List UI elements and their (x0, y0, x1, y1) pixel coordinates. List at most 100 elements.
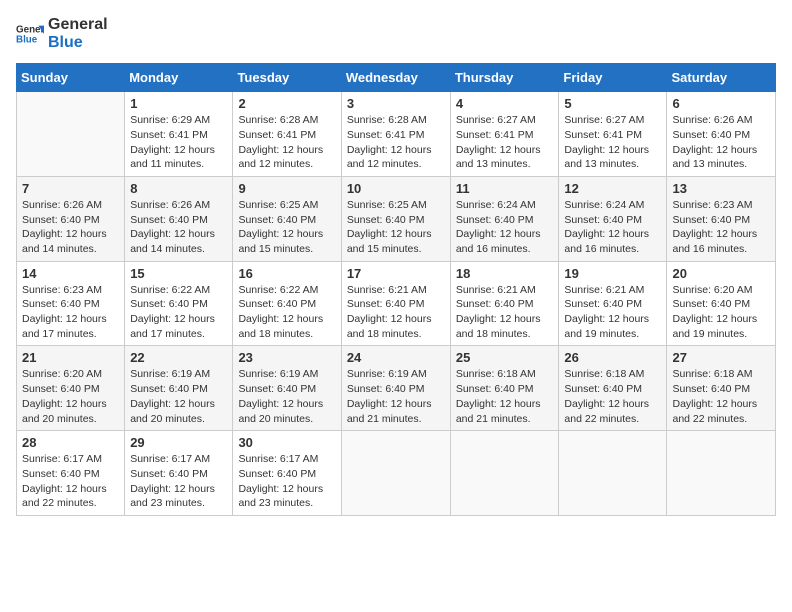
day-info: Sunrise: 6:28 AMSunset: 6:41 PMDaylight:… (347, 113, 445, 172)
week-row-2: 7 Sunrise: 6:26 AMSunset: 6:40 PMDaylight… (17, 176, 776, 261)
cell-week1-day6: 6 Sunrise: 6:26 AMSunset: 6:40 PMDaylight… (667, 92, 776, 177)
day-number: 19 (564, 266, 661, 281)
day-info: Sunrise: 6:21 AMSunset: 6:40 PMDaylight:… (347, 283, 445, 342)
cell-week1-day2: 2 Sunrise: 6:28 AMSunset: 6:41 PMDaylight… (233, 92, 341, 177)
week-row-4: 21Sunrise: 6:20 AMSunset: 6:40 PMDayligh… (17, 346, 776, 431)
cell-week1-day0 (17, 92, 125, 177)
day-number: 18 (456, 266, 554, 281)
day-info: Sunrise: 6:21 AMSunset: 6:40 PMDaylight:… (456, 283, 554, 342)
day-info: Sunrise: 6:18 AMSunset: 6:40 PMDaylight:… (672, 367, 770, 426)
day-info: Sunrise: 6:23 AMSunset: 6:40 PMDaylight:… (22, 283, 119, 342)
cell-week5-day5 (559, 431, 667, 516)
day-number: 1 (130, 96, 227, 111)
cell-week2-day2: 9Sunrise: 6:25 AMSunset: 6:40 PMDaylight… (233, 176, 341, 261)
cell-week5-day4 (450, 431, 559, 516)
day-number: 14 (22, 266, 119, 281)
day-number: 25 (456, 350, 554, 365)
cell-week4-day1: 22 Sunrise: 6:19 AMSunset: 6:40 PMDayligh… (125, 346, 233, 431)
day-number: 9 (238, 181, 335, 196)
cell-week3-day6: 20 Sunrise: 6:20 AMSunset: 6:40 PMDayligh… (667, 261, 776, 346)
header-tuesday: Tuesday (233, 64, 341, 92)
day-number: 26 (564, 350, 661, 365)
day-number: 6 (672, 96, 770, 111)
header-monday: Monday (125, 64, 233, 92)
day-info: Sunrise: 6:23 AMSunset: 6:40 PMDaylight:… (672, 198, 770, 257)
day-info: Sunrise: 6:26 AMSunset: 6:40 PMDaylight:… (22, 198, 119, 257)
header-row: SundayMondayTuesdayWednesdayThursdayFrid… (17, 64, 776, 92)
day-info: Sunrise: 6:20 AMSunset: 6:40 PMDaylight:… (672, 283, 770, 342)
week-row-1: 1 Sunrise: 6:29 AMSunset: 6:41 PMDaylight… (17, 92, 776, 177)
day-number: 28 (22, 435, 119, 450)
header-thursday: Thursday (450, 64, 559, 92)
day-info: Sunrise: 6:17 AMSunset: 6:40 PMDaylight:… (130, 452, 227, 511)
day-info: Sunrise: 6:18 AMSunset: 6:40 PMDaylight:… (564, 367, 661, 426)
day-number: 11 (456, 181, 554, 196)
cell-week4-day0: 21Sunrise: 6:20 AMSunset: 6:40 PMDayligh… (17, 346, 125, 431)
cell-week2-day1: 8 Sunrise: 6:26 AMSunset: 6:40 PMDaylight… (125, 176, 233, 261)
day-number: 3 (347, 96, 445, 111)
day-number: 17 (347, 266, 445, 281)
cell-week2-day4: 11 Sunrise: 6:24 AMSunset: 6:40 PMDayligh… (450, 176, 559, 261)
header-friday: Friday (559, 64, 667, 92)
page-header: General Blue General Blue (16, 16, 776, 51)
day-number: 5 (564, 96, 661, 111)
cell-week5-day3 (341, 431, 450, 516)
svg-text:Blue: Blue (16, 34, 38, 45)
day-number: 8 (130, 181, 227, 196)
day-info: Sunrise: 6:27 AMSunset: 6:41 PMDaylight:… (456, 113, 554, 172)
day-number: 16 (238, 266, 335, 281)
day-number: 29 (130, 435, 227, 450)
cell-week5-day6 (667, 431, 776, 516)
cell-week5-day2: 30 Sunrise: 6:17 AMSunset: 6:40 PMDayligh… (233, 431, 341, 516)
cell-week1-day1: 1 Sunrise: 6:29 AMSunset: 6:41 PMDaylight… (125, 92, 233, 177)
cell-week2-day3: 10 Sunrise: 6:25 AMSunset: 6:40 PMDayligh… (341, 176, 450, 261)
calendar-table: SundayMondayTuesdayWednesdayThursdayFrid… (16, 63, 776, 516)
cell-week1-day3: 3 Sunrise: 6:28 AMSunset: 6:41 PMDaylight… (341, 92, 450, 177)
cell-week4-day4: 25 Sunrise: 6:18 AMSunset: 6:40 PMDayligh… (450, 346, 559, 431)
day-info: Sunrise: 6:21 AMSunset: 6:40 PMDaylight:… (564, 283, 661, 342)
day-info: Sunrise: 6:22 AMSunset: 6:40 PMDaylight:… (130, 283, 227, 342)
day-info: Sunrise: 6:26 AMSunset: 6:40 PMDaylight:… (672, 113, 770, 172)
header-saturday: Saturday (667, 64, 776, 92)
day-number: 24 (347, 350, 445, 365)
day-number: 2 (238, 96, 335, 111)
cell-week3-day3: 17 Sunrise: 6:21 AMSunset: 6:40 PMDayligh… (341, 261, 450, 346)
day-info: Sunrise: 6:25 AMSunset: 6:40 PMDaylight:… (347, 198, 445, 257)
cell-week2-day6: 13Sunrise: 6:23 AMSunset: 6:40 PMDayligh… (667, 176, 776, 261)
cell-week2-day0: 7 Sunrise: 6:26 AMSunset: 6:40 PMDaylight… (17, 176, 125, 261)
day-info: Sunrise: 6:18 AMSunset: 6:40 PMDaylight:… (456, 367, 554, 426)
day-info: Sunrise: 6:27 AMSunset: 6:41 PMDaylight:… (564, 113, 661, 172)
day-info: Sunrise: 6:26 AMSunset: 6:40 PMDaylight:… (130, 198, 227, 257)
day-number: 7 (22, 181, 119, 196)
day-number: 4 (456, 96, 554, 111)
day-number: 30 (238, 435, 335, 450)
day-number: 22 (130, 350, 227, 365)
logo-icon: General Blue (16, 20, 44, 48)
header-wednesday: Wednesday (341, 64, 450, 92)
cell-week1-day5: 5 Sunrise: 6:27 AMSunset: 6:41 PMDaylight… (559, 92, 667, 177)
day-info: Sunrise: 6:19 AMSunset: 6:40 PMDaylight:… (130, 367, 227, 426)
day-number: 15 (130, 266, 227, 281)
week-row-5: 28 Sunrise: 6:17 AMSunset: 6:40 PMDayligh… (17, 431, 776, 516)
day-info: Sunrise: 6:29 AMSunset: 6:41 PMDaylight:… (130, 113, 227, 172)
day-info: Sunrise: 6:24 AMSunset: 6:40 PMDaylight:… (456, 198, 554, 257)
day-number: 20 (672, 266, 770, 281)
cell-week4-day6: 27Sunrise: 6:18 AMSunset: 6:40 PMDayligh… (667, 346, 776, 431)
day-number: 10 (347, 181, 445, 196)
cell-week4-day2: 23Sunrise: 6:19 AMSunset: 6:40 PMDayligh… (233, 346, 341, 431)
day-info: Sunrise: 6:17 AMSunset: 6:40 PMDaylight:… (22, 452, 119, 511)
day-info: Sunrise: 6:22 AMSunset: 6:40 PMDaylight:… (238, 283, 335, 342)
cell-week2-day5: 12Sunrise: 6:24 AMSunset: 6:40 PMDayligh… (559, 176, 667, 261)
cell-week3-day2: 16 Sunrise: 6:22 AMSunset: 6:40 PMDayligh… (233, 261, 341, 346)
cell-week5-day0: 28 Sunrise: 6:17 AMSunset: 6:40 PMDayligh… (17, 431, 125, 516)
day-info: Sunrise: 6:20 AMSunset: 6:40 PMDaylight:… (22, 367, 119, 426)
week-row-3: 14 Sunrise: 6:23 AMSunset: 6:40 PMDayligh… (17, 261, 776, 346)
cell-week3-day0: 14 Sunrise: 6:23 AMSunset: 6:40 PMDayligh… (17, 261, 125, 346)
day-info: Sunrise: 6:28 AMSunset: 6:41 PMDaylight:… (238, 113, 335, 172)
day-info: Sunrise: 6:17 AMSunset: 6:40 PMDaylight:… (238, 452, 335, 511)
day-number: 12 (564, 181, 661, 196)
cell-week4-day3: 24Sunrise: 6:19 AMSunset: 6:40 PMDayligh… (341, 346, 450, 431)
day-info: Sunrise: 6:19 AMSunset: 6:40 PMDaylight:… (238, 367, 335, 426)
cell-week3-day5: 19 Sunrise: 6:21 AMSunset: 6:40 PMDayligh… (559, 261, 667, 346)
cell-week3-day1: 15 Sunrise: 6:22 AMSunset: 6:40 PMDayligh… (125, 261, 233, 346)
